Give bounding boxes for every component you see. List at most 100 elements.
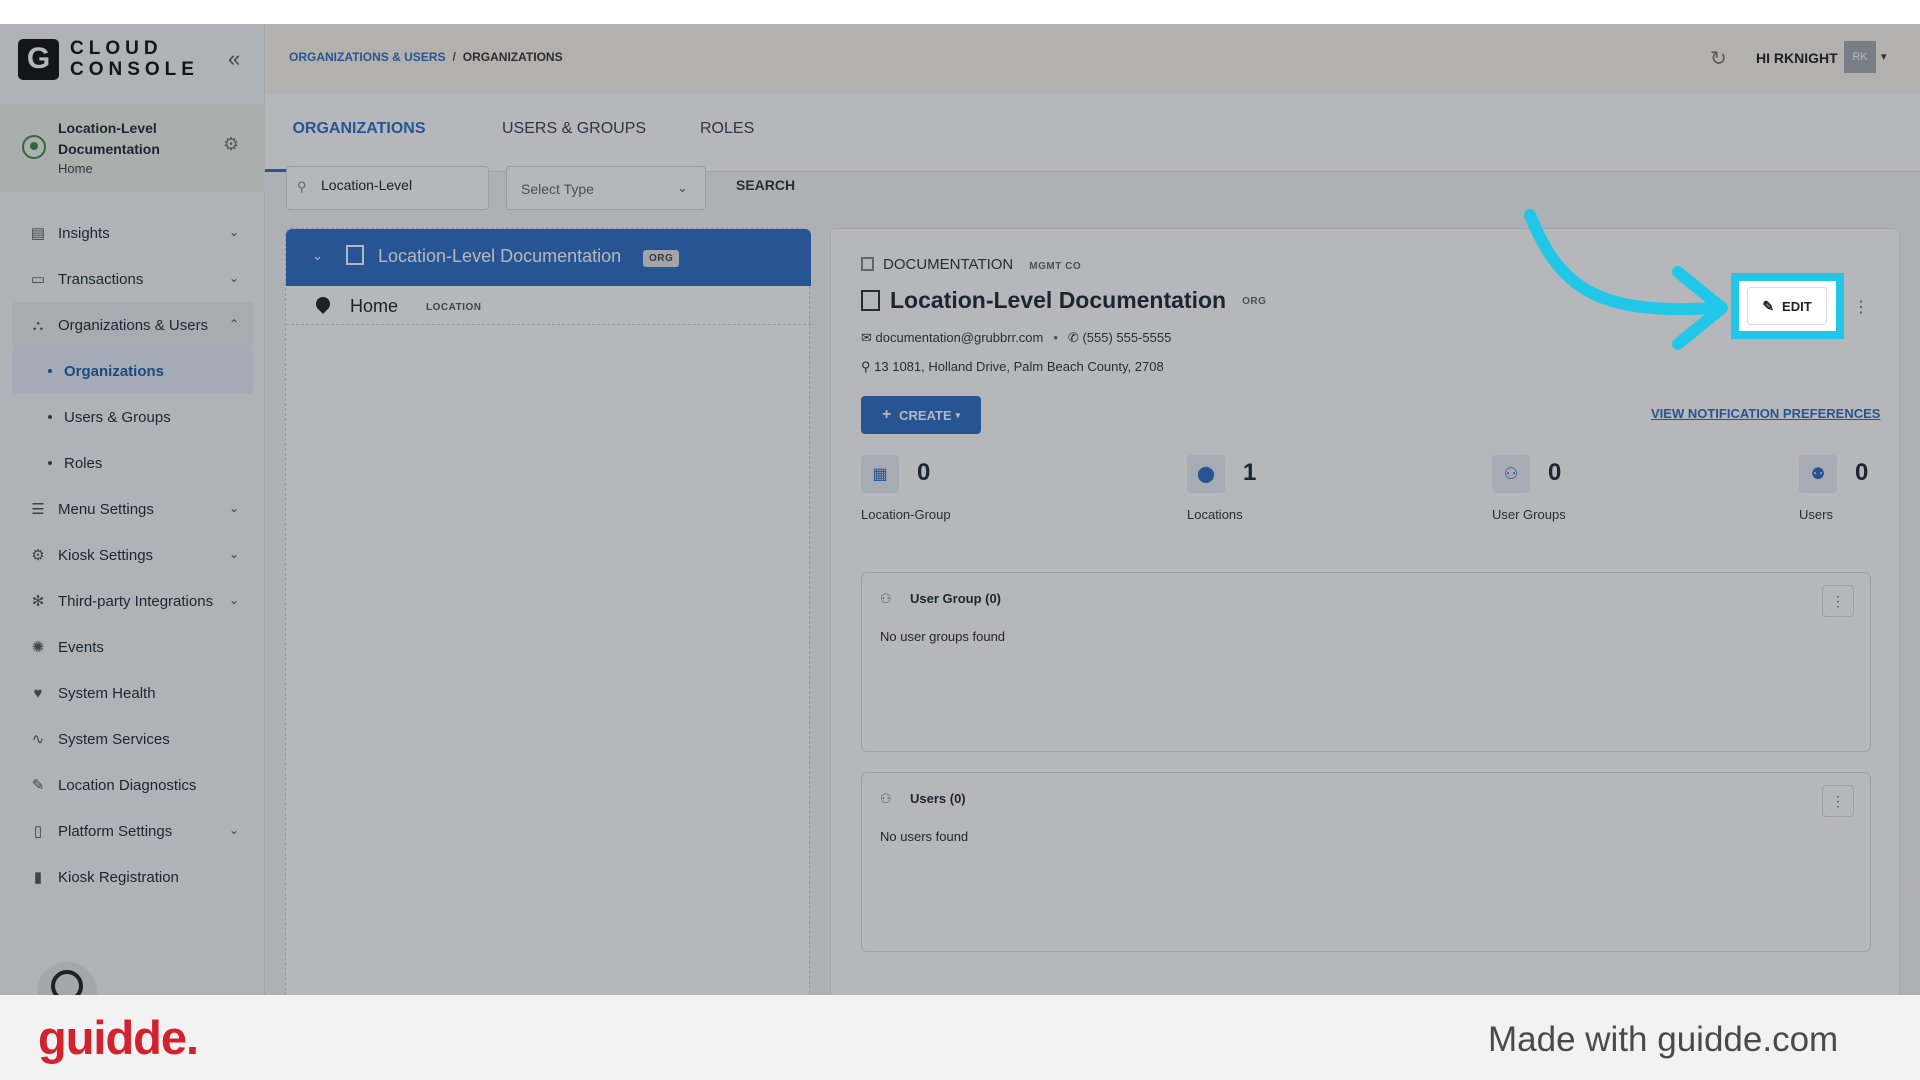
org-title-text: Location-Level Documentation [890,287,1227,313]
users-card: ⚇ Users (0) No users found ⋮ [861,772,1871,952]
edit-button[interactable]: ✎ EDIT [1747,287,1827,325]
gear-icon: ⚙ [31,547,45,564]
cog-icon: ✻ [31,593,45,610]
more-options-icon[interactable]: ⋮ [1822,585,1854,617]
sidebar-item-kiosk-settings[interactable]: ⚙ Kiosk Settings ⌄ [0,532,265,578]
pencil-icon: ✎ [1762,297,1775,314]
bullet-icon [48,415,52,419]
more-options-icon[interactable]: ⋮ [1853,297,1869,317]
chevron-down-icon: ⌄ [229,547,240,561]
sidebar-item-organizations-users[interactable]: ⛬ Organizations & Users ⌃ [12,302,253,348]
org-settings-gear-icon[interactable]: ⚙ [223,134,239,155]
sidebar-item-third-party-integrations[interactable]: ✻ Third-party Integrations ⌄ [0,578,265,624]
stat-value: 0 [1855,459,1869,486]
tree-node-child[interactable]: Home LOCATION [286,286,811,325]
chevron-down-icon[interactable]: ⌄ [312,248,323,264]
card-title: Users (0) [910,791,966,806]
collapse-sidebar-icon[interactable]: « [228,46,240,72]
bullet-icon [48,369,52,373]
view-notification-preferences-link[interactable]: VIEW NOTIFICATION PREFERENCES [1651,406,1880,421]
tab-bar: ORGANIZATIONS USERS & GROUPS ROLES [265,94,1920,172]
guidde-logo: guidde. [38,1011,199,1064]
breadcrumb-link-organizations-users[interactable]: ORGANIZATIONS & USERS [289,50,445,64]
parent-org-name[interactable]: DOCUMENTATION [883,256,1013,273]
made-with-text: Made with guidde.com [1488,1020,1839,1059]
logo-text: CLOUD CONSOLE [70,38,199,80]
search-field[interactable]: ⚲ [286,166,489,210]
sidebar-item-label: System Services [58,730,170,748]
org-phone: (555) 555-5555 [1082,330,1172,345]
sidebar-subitem-roles[interactable]: Roles [0,440,265,486]
sidebar-item-label: System Health [58,684,156,702]
caret-down-icon[interactable]: ▾ [1881,50,1887,63]
more-options-icon[interactable]: ⋮ [1822,785,1854,817]
create-button-label: CREATE [899,407,952,423]
kiosk-icon: ▮ [33,869,43,886]
chevron-down-icon: ⌄ [229,593,240,607]
tab-organizations[interactable]: ORGANIZATIONS [265,94,453,172]
sidebar-item-location-diagnostics[interactable]: ✎ Location Diagnostics [0,762,265,808]
highlight-frame: ✎ EDIT [1731,273,1844,339]
tree-node-root[interactable]: ⌄ Location-Level Documentation ORG [286,229,811,286]
org-email: documentation@grubbrr.com [875,330,1044,345]
org-address: 13 1081, Holland Drive, Palm Beach Count… [874,359,1164,374]
breadcrumb: ORGANIZATIONS & USERS / ORGANIZATIONS [289,50,563,64]
sidebar-subitem-organizations[interactable]: Organizations [12,348,253,394]
breadcrumb-current: ORGANIZATIONS [462,50,563,64]
sidebar-item-menu-settings[interactable]: ☰ Menu Settings ⌄ [0,486,265,532]
sidebar-item-label: Menu Settings [58,500,154,518]
tab-roles[interactable]: ROLES [700,94,754,172]
refresh-icon[interactable]: ↻ [1710,46,1727,71]
aperture-icon: ✺ [31,639,45,656]
stat-label: Users [1799,507,1833,522]
stat-label: Location-Group [861,507,951,522]
org-tag: ORG [643,250,680,267]
org-detail-panel: DOCUMENTATION MGMT CO Location-Level Docu… [830,228,1900,995]
current-org-selector[interactable]: Location-Level Documentation Home ⚙ [0,104,265,192]
sidebar-item-label: Transactions [58,270,144,288]
location-tag: LOCATION [426,302,482,313]
building-icon [346,245,364,265]
sidebar-item-kiosk-registration[interactable]: ▮ Kiosk Registration [0,854,265,900]
app-logo[interactable]: G CLOUD CONSOLE [18,38,199,80]
heart-pulse-icon: ♥ [33,684,43,702]
menu-icon: ☰ [31,501,45,518]
sidebar-item-events[interactable]: ✺ Events [0,624,265,670]
sidebar-item-insights[interactable]: ▤ Insights ⌄ [0,210,265,256]
bullet-icon [48,461,52,465]
create-button[interactable]: + CREATE ▾ [861,396,981,434]
logo-mark: G [18,38,59,80]
location-pin-icon: ⬤ [1187,455,1225,493]
tab-users-groups[interactable]: USERS & GROUPS [502,94,646,172]
sidebar-item-system-services[interactable]: ∿ System Services [0,716,265,762]
sidebar-item-transactions[interactable]: ▭ Transactions ⌄ [0,256,265,302]
user-greeting[interactable]: HI RKNIGHT [1756,50,1838,66]
search-button[interactable]: SEARCH [736,177,795,193]
email-icon: ✉ [861,330,876,345]
sidebar-subitem-label: Roles [64,454,103,472]
plus-icon: + [881,406,892,423]
chevron-up-icon: ⌃ [229,317,240,331]
logo-line-2: CONSOLE [70,59,199,80]
sidebar-item-system-health[interactable]: ♥ System Health [0,670,265,716]
sidebar-item-label: Location Diagnostics [58,776,197,794]
edit-button-label: EDIT [1782,298,1812,314]
sidebar-item-platform-settings[interactable]: ▯ Platform Settings ⌄ [0,808,265,854]
avatar[interactable]: RK [1844,41,1876,73]
parent-org-line: DOCUMENTATION MGMT CO [861,256,1087,275]
activity-icon: ∿ [31,731,45,748]
phone-icon: ✆ [1067,330,1083,345]
sidebar-item-label: Events [58,638,104,656]
support-chat-icon[interactable] [37,962,97,995]
card-title: User Group (0) [910,591,1002,606]
document-icon: ▯ [33,823,43,840]
sidebar-subitem-users-groups[interactable]: Users & Groups [0,394,265,440]
building-icon [861,290,880,311]
breadcrumb-separator: / [452,50,456,64]
top-strip [0,0,1920,24]
type-select[interactable]: Select Type ⌄ [506,166,706,210]
tree-node-child-label: Home [350,296,399,316]
search-input[interactable] [321,177,481,193]
type-select-value: Select Type [521,181,594,197]
sidebar: G CLOUD CONSOLE « Location-Level Documen… [0,24,265,995]
